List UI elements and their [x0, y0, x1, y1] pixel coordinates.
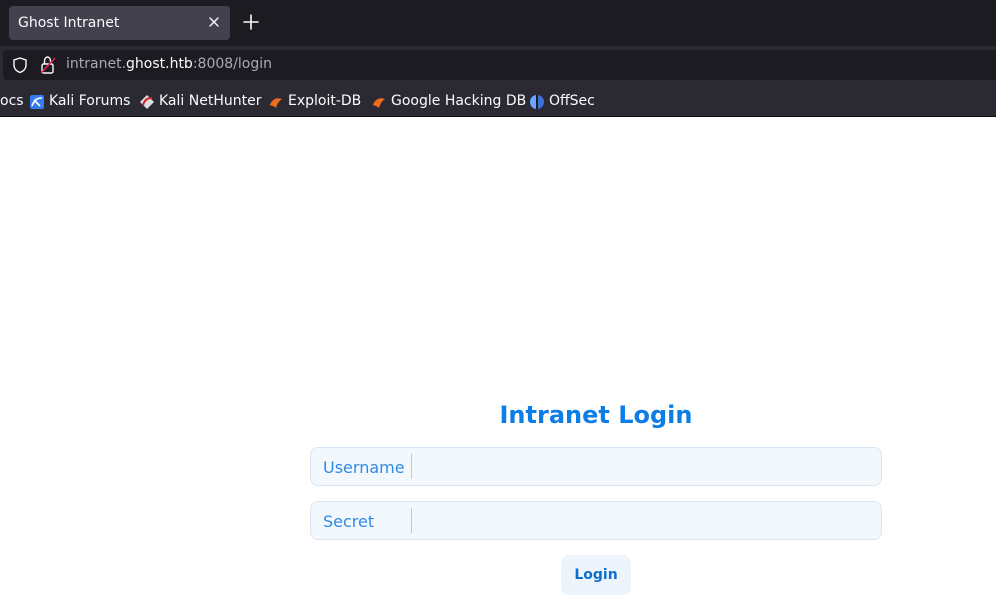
field-divider — [411, 508, 412, 533]
username-input[interactable] — [415, 450, 877, 483]
login-button[interactable]: Login — [561, 555, 631, 595]
login-title: Intranet Login — [499, 401, 693, 429]
bookmark-offsec[interactable]: OffSec — [549, 93, 595, 109]
insecure-lock-icon[interactable] — [39, 55, 57, 75]
url-prefix: intranet. — [66, 56, 127, 72]
shield-icon[interactable] — [11, 56, 29, 74]
username-label: Username — [323, 458, 405, 477]
tab-title: Ghost Intranet — [18, 15, 120, 31]
bookmark-exploit-db[interactable]: Exploit-DB — [288, 93, 361, 109]
browser-tab[interactable]: Ghost Intranet — [9, 6, 230, 40]
url-text[interactable]: intranet.ghost.htb:8008/login — [66, 56, 272, 72]
field-divider — [411, 454, 412, 479]
url-host: ghost.htb — [126, 56, 193, 72]
ghdb-icon — [373, 98, 385, 108]
tab-strip: Ghost Intranet — [0, 0, 996, 46]
kali-forums-icon — [30, 95, 44, 109]
kali-nethunter-icon — [140, 95, 154, 109]
bookmark-kali-forums[interactable]: Kali Forums — [49, 93, 130, 109]
new-tab-icon[interactable] — [242, 13, 260, 31]
page-content: Intranet Login Username Secret Login — [0, 117, 996, 605]
secret-field[interactable]: Secret — [310, 501, 882, 540]
navigation-bar: intranet.ghost.htb:8008/login — [0, 46, 996, 84]
bookmark-google-hacking-db[interactable]: Google Hacking DB — [391, 93, 526, 109]
offsec-icon — [530, 95, 544, 109]
close-tab-icon[interactable] — [206, 14, 222, 30]
bookmarks-toolbar: ocs Kali Forums Kali NetHunter Exploit-D… — [0, 84, 996, 117]
url-suffix: :8008/login — [192, 56, 272, 72]
address-bar[interactable]: intranet.ghost.htb:8008/login — [3, 50, 996, 80]
secret-label: Secret — [323, 512, 375, 531]
bookmark-kali-nethunter[interactable]: Kali NetHunter — [159, 93, 261, 109]
exploit-db-icon — [270, 98, 282, 108]
secret-input[interactable] — [415, 504, 877, 537]
username-field[interactable]: Username — [310, 447, 882, 486]
bookmark-docs[interactable]: ocs — [0, 93, 24, 109]
